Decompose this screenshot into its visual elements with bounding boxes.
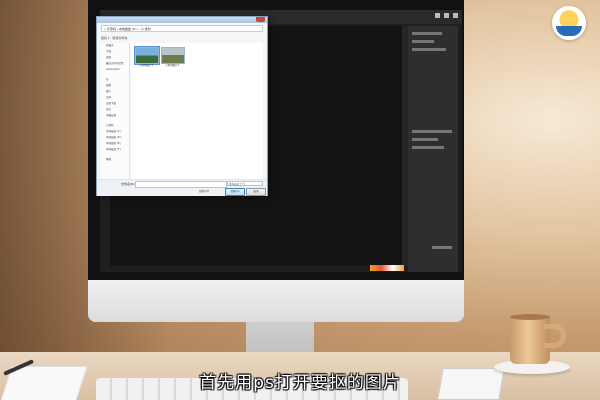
desk-scene: « 计算机 › 本地磁盘 (D:) › 小 素材 组织 ▾ 新建文件夹 收藏夹下… <box>0 0 600 400</box>
open-button[interactable]: 打开(O) <box>225 188 245 196</box>
panel-row <box>412 146 444 149</box>
tree-item[interactable]: 网络 <box>101 157 129 163</box>
taskbar-icons[interactable] <box>370 265 404 271</box>
filename-input[interactable] <box>135 181 227 188</box>
ps-right-panel[interactable] <box>408 26 458 272</box>
panel-row <box>412 32 442 35</box>
mug-handle <box>544 324 566 348</box>
dialog-footer: 文件名(N): 所有格式 (*.*) 图像序列 打开(O) 取消 <box>97 179 267 196</box>
close-icon[interactable] <box>453 13 458 18</box>
logo-wave <box>556 26 582 36</box>
file-name[interactable]: 小素材图片1 <box>134 63 158 67</box>
close-icon[interactable] <box>256 17 265 22</box>
open-file-dialog: « 计算机 › 本地磁盘 (D:) › 小 素材 组织 ▾ 新建文件夹 收藏夹下… <box>96 16 268 196</box>
panel-row <box>432 246 452 249</box>
file-list[interactable]: 小素材图片1 小素材图片2 <box>131 43 263 179</box>
cancel-button[interactable]: 取消 <box>246 188 266 196</box>
panel-row <box>412 138 438 141</box>
monitor-chin <box>88 280 464 322</box>
dialog-titlebar <box>97 17 267 23</box>
navigation-tree[interactable]: 收藏夹 下载 桌面 最近访问的位置 Subversion 库视频 图片 文档 迅雷下载 音乐 天翼云… <box>101 43 130 179</box>
address-bar[interactable]: « 计算机 › 本地磁盘 (D:) › 小 素材 <box>101 25 263 32</box>
maximize-icon[interactable] <box>444 13 449 18</box>
organize-button[interactable]: 组织 ▾ <box>101 36 109 40</box>
filetype-select[interactable]: 所有格式 (*.*) <box>227 181 263 186</box>
panel-row <box>412 130 452 133</box>
panel-row <box>412 40 434 43</box>
image-thumbnail-icon[interactable] <box>134 46 160 65</box>
logo-icon <box>552 6 586 40</box>
file-name[interactable]: 小素材图片2 <box>160 63 184 67</box>
panel-row <box>412 48 446 51</box>
new-folder-button[interactable]: 新建文件夹 <box>112 36 127 40</box>
filename-label: 文件名(N): <box>121 182 136 186</box>
minimize-icon[interactable] <box>435 13 440 18</box>
subtitle: 首先用ps打开要抠的图片 <box>199 373 401 393</box>
mug-rim <box>510 314 550 320</box>
image-thumbnail-icon[interactable] <box>161 47 185 64</box>
image-sequence-checkbox[interactable]: 图像序列 <box>199 189 209 193</box>
dialog-toolbar: 组织 ▾ 新建文件夹 <box>101 35 263 41</box>
